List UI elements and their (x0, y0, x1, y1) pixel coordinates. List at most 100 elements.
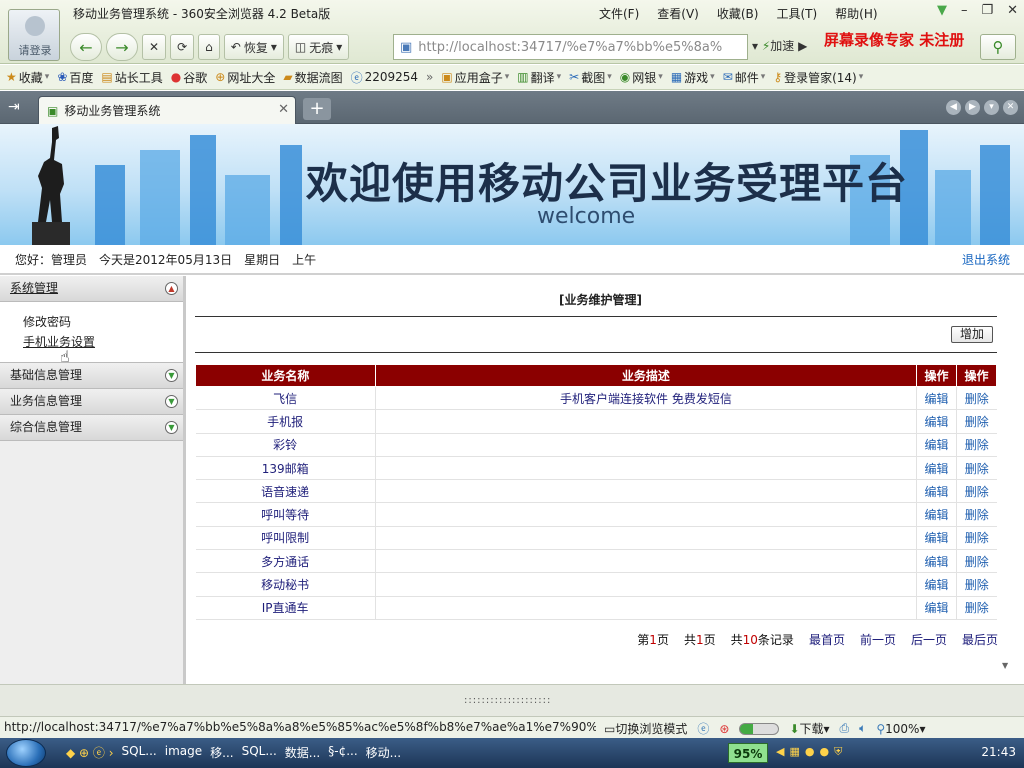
tab-list-icon[interactable]: ▾ (984, 100, 999, 115)
bookmark-favorites[interactable]: ★ 收藏 ▾ (6, 69, 49, 86)
switch-mode-button[interactable]: ▭切换浏览模式 (604, 720, 687, 737)
tray-icon[interactable]: ◀ (776, 745, 784, 759)
download-button[interactable]: ⬇下载▾ (789, 720, 829, 737)
collapse-icon[interactable]: ▲ (165, 282, 178, 295)
stop-button[interactable]: ✕ (142, 34, 167, 60)
skin-icon[interactable]: ▼ (937, 3, 947, 18)
edit-link[interactable]: 编辑 (916, 502, 957, 527)
sidebar-section-business-info[interactable]: 业务信息管理 ▼ (0, 389, 183, 415)
delete-link[interactable]: 删除 (956, 526, 997, 551)
edit-link[interactable]: 编辑 (916, 549, 957, 574)
delete-link[interactable]: 删除 (956, 479, 997, 504)
menu-view[interactable]: 查看(V) (657, 5, 699, 22)
expand-icon[interactable]: ▼ (165, 421, 178, 434)
edit-link[interactable]: 编辑 (916, 409, 957, 434)
frame-splitter[interactable]: :::::::::::::::::::: (0, 684, 1024, 716)
bookmark-2209254[interactable]: ⓔ 2209254 (351, 69, 418, 86)
tab-prev-icon[interactable]: ◀ (946, 100, 961, 115)
qq-icon[interactable]: ● (819, 745, 829, 759)
restore-session-button[interactable]: ↶ 恢复 ▾ (223, 34, 284, 60)
bookmark-translate[interactable]: ▥ 翻译 ▾ (517, 69, 561, 86)
address-bar[interactable]: ▣ http://localhost:34717/%e7%a7%bb%e5%8a… (393, 34, 748, 60)
task-other[interactable]: §-¢... (328, 744, 357, 761)
home-button[interactable]: ⌂ (198, 34, 220, 60)
add-button[interactable]: 增加 (951, 326, 993, 343)
edit-link[interactable]: 编辑 (916, 526, 957, 551)
task-data[interactable]: 数据... (285, 744, 320, 761)
close-icon[interactable]: ✕ (1007, 3, 1018, 18)
qq-icon[interactable]: ● (805, 745, 815, 759)
delete-link[interactable]: 删除 (956, 549, 997, 574)
expand-icon[interactable]: ▼ (165, 395, 178, 408)
address-dropdown-icon[interactable]: ▾ (752, 39, 758, 53)
sidebar-section-summary-info[interactable]: 综合信息管理 ▼ (0, 415, 183, 441)
bookmark-appbox[interactable]: ▣ 应用盒子 ▾ (441, 69, 509, 86)
delete-link[interactable]: 删除 (956, 502, 997, 527)
bookmark-screenshot[interactable]: ✂ 截图 ▾ (569, 69, 612, 86)
bookmarks-overflow[interactable]: » (426, 70, 433, 84)
bookmark-games[interactable]: ▦ 游戏 ▾ (671, 69, 715, 86)
sidebar-item-change-password[interactable]: 修改密码 (23, 312, 183, 332)
menu-file[interactable]: 文件(F) (599, 5, 639, 22)
toggle-switch[interactable] (739, 722, 780, 735)
minimize-icon[interactable]: – (961, 3, 968, 18)
task-image[interactable]: image (165, 744, 202, 761)
delete-link[interactable]: 删除 (956, 433, 997, 457)
security-icon[interactable]: ⊛ (719, 722, 729, 736)
bookmark-banking[interactable]: ◉ 网银 ▾ (620, 69, 663, 86)
edit-link[interactable]: 编辑 (916, 456, 957, 481)
menu-favorites[interactable]: 收藏(B) (717, 5, 759, 22)
delete-link[interactable]: 删除 (956, 572, 997, 597)
edit-link[interactable]: 编辑 (916, 596, 957, 620)
tab-active[interactable]: ▣ 移动业务管理系统 ✕ (38, 96, 296, 124)
delete-link[interactable]: 删除 (956, 409, 997, 434)
quicklaunch-icon[interactable]: ◆ ⊕ ⓔ › (66, 744, 114, 761)
pager-prev-link[interactable]: 前一页 (860, 631, 896, 648)
logout-link[interactable]: 退出系统 (962, 251, 1010, 268)
tab-close-icon[interactable]: ✕ (278, 102, 289, 117)
forward-button[interactable]: → (106, 33, 138, 61)
user-avatar[interactable]: 请登录 (8, 9, 60, 61)
volume-icon[interactable]: 🔈︎ (859, 721, 866, 736)
delete-link[interactable]: 删除 (956, 386, 997, 411)
shield-icon[interactable]: ⛨ (834, 745, 842, 759)
back-button[interactable]: ← (70, 33, 102, 61)
bookmark-dataflow[interactable]: ▰ 数据流图 (283, 69, 342, 86)
task-mobile[interactable]: 移动... (366, 744, 401, 761)
bookmark-google[interactable]: ● 谷歌 (171, 69, 208, 86)
tab-close-all-icon[interactable]: ✕ (1003, 100, 1018, 115)
bookmark-baidu[interactable]: ❀ 百度 (57, 69, 93, 86)
menu-tools[interactable]: 工具(T) (776, 5, 817, 22)
task-sql-2[interactable]: SQL... (242, 744, 277, 761)
sidebar-toggle-icon[interactable]: ⇥ (8, 99, 20, 115)
sidebar-section-basic-info[interactable]: 基础信息管理 ▼ (0, 363, 183, 389)
edit-link[interactable]: 编辑 (916, 572, 957, 597)
network-icon[interactable]: ▦ (789, 745, 799, 759)
bookmark-webmaster[interactable]: ▤ 站长工具 (101, 69, 162, 86)
search-button[interactable]: ⚲ (980, 34, 1016, 60)
task-sql-1[interactable]: SQL... (122, 744, 157, 761)
sidebar-section-system[interactable]: 系统管理 ▲ (0, 276, 183, 302)
menu-help[interactable]: 帮助(H) (835, 5, 877, 22)
expand-icon[interactable]: ▼ (165, 369, 178, 382)
new-tab-button[interactable]: + (303, 98, 331, 120)
bookmark-login-manager[interactable]: ⚷ 登录管家(14) ▾ (773, 69, 863, 86)
edit-link[interactable]: 编辑 (916, 433, 957, 457)
ie-icon[interactable]: ⓔ (697, 720, 709, 737)
delete-link[interactable]: 删除 (956, 596, 997, 620)
scroll-down-icon[interactable]: ▼ (1002, 661, 1012, 671)
play-icon[interactable]: ▶ (798, 39, 807, 53)
tab-next-icon[interactable]: ▶ (965, 100, 980, 115)
zoom-control[interactable]: ⚲100%▾ (876, 722, 925, 736)
speed-up-button[interactable]: ▾ ⚡加速 ▶ (752, 37, 807, 54)
restore-icon[interactable]: ❐ (981, 3, 993, 18)
edit-link[interactable]: 编辑 (916, 386, 957, 411)
bookmark-mail[interactable]: ✉ 邮件 ▾ (723, 69, 766, 86)
pager-next-link[interactable]: 后一页 (911, 631, 947, 648)
pager-last-link[interactable]: 最后页 (962, 631, 998, 648)
delete-link[interactable]: 删除 (956, 456, 997, 481)
pager-first-link[interactable]: 最首页 (809, 631, 845, 648)
task-app[interactable]: 移... (210, 744, 233, 761)
bookmark-directory[interactable]: ⊕ 网址大全 (215, 69, 275, 86)
start-button[interactable] (6, 739, 46, 767)
